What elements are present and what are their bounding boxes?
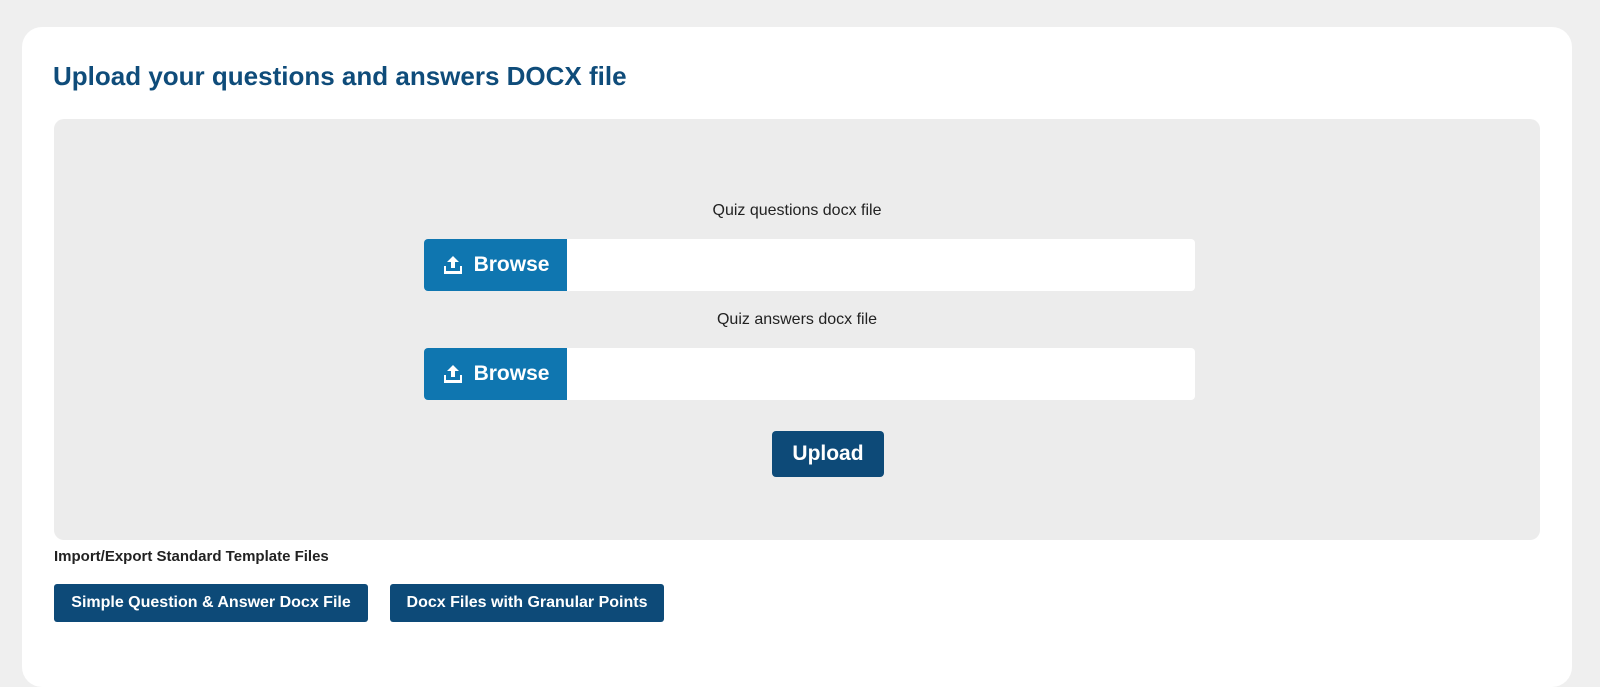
questions-file-input[interactable]: Browse xyxy=(424,239,1195,291)
questions-browse-label: Browse xyxy=(473,253,550,276)
answers-browse-label: Browse xyxy=(473,362,550,385)
questions-file-name xyxy=(567,239,1195,291)
questions-file-label: Quiz questions docx file xyxy=(712,202,882,219)
questions-browse-button[interactable]: Browse xyxy=(424,239,567,291)
upload-card: Upload your questions and answers DOCX f… xyxy=(22,27,1572,687)
upload-tray-icon xyxy=(443,365,462,383)
upload-button[interactable]: Upload xyxy=(772,431,884,477)
granular-points-template-button[interactable]: Docx Files with Granular Points xyxy=(390,584,664,622)
answers-file-label: Quiz answers docx file xyxy=(716,311,878,328)
simple-qa-template-button[interactable]: Simple Question & Answer Docx File xyxy=(54,584,368,622)
answers-file-name xyxy=(567,348,1195,400)
answers-file-input[interactable]: Browse xyxy=(424,348,1195,400)
page-title: Upload your questions and answers DOCX f… xyxy=(53,61,627,91)
upload-tray-icon xyxy=(443,256,462,274)
upload-panel: Quiz questions docx file Browse Quiz ans… xyxy=(54,119,1540,540)
templates-heading: Import/Export Standard Template Files xyxy=(54,548,329,565)
answers-browse-button[interactable]: Browse xyxy=(424,348,567,400)
